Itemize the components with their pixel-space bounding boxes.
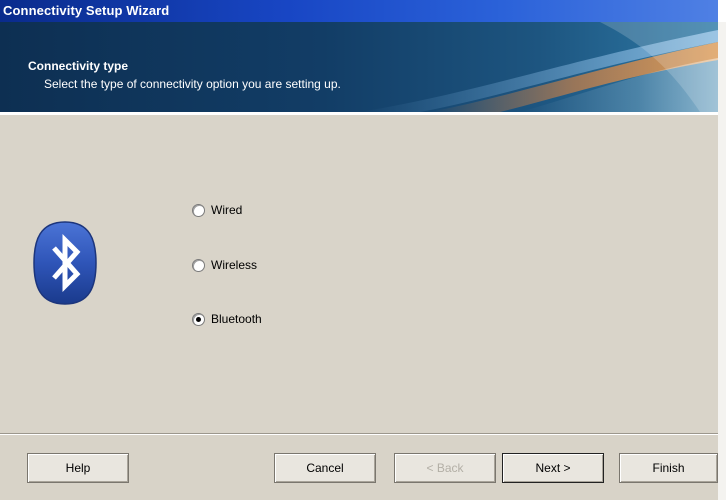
next-button[interactable]: Next > <box>502 453 604 483</box>
wired-radio[interactable] <box>192 203 205 217</box>
bluetooth-label[interactable]: Bluetooth <box>211 312 262 326</box>
finish-button[interactable]: Finish <box>619 453 718 483</box>
wired-label[interactable]: Wired <box>211 203 242 217</box>
bluetooth-logo-icon <box>30 220 100 309</box>
option-bluetooth[interactable]: Bluetooth <box>192 311 262 327</box>
back-button[interactable]: < Back <box>394 453 496 483</box>
option-wireless[interactable]: Wireless <box>192 257 257 273</box>
footer-separator <box>0 433 718 435</box>
title-bar-edge <box>718 0 726 22</box>
page-heading: Connectivity type <box>28 59 129 73</box>
content-area <box>0 115 718 433</box>
title-bar[interactable]: Connectivity Setup Wizard <box>0 0 718 22</box>
help-button[interactable]: Help <box>27 453 129 483</box>
wireless-label[interactable]: Wireless <box>211 258 257 272</box>
wireless-radio[interactable] <box>192 258 205 272</box>
cancel-button[interactable]: Cancel <box>274 453 376 483</box>
bluetooth-radio[interactable] <box>192 312 205 326</box>
window-right-edge <box>718 22 726 500</box>
page-subheading: Select the type of connectivity option y… <box>44 77 341 91</box>
wizard-window: Connectivity Setup Wizard Connectivity t… <box>0 0 726 500</box>
header-banner: Connectivity type Select the type of con… <box>0 22 718 112</box>
window-title: Connectivity Setup Wizard <box>3 3 170 18</box>
option-wired[interactable]: Wired <box>192 202 242 218</box>
